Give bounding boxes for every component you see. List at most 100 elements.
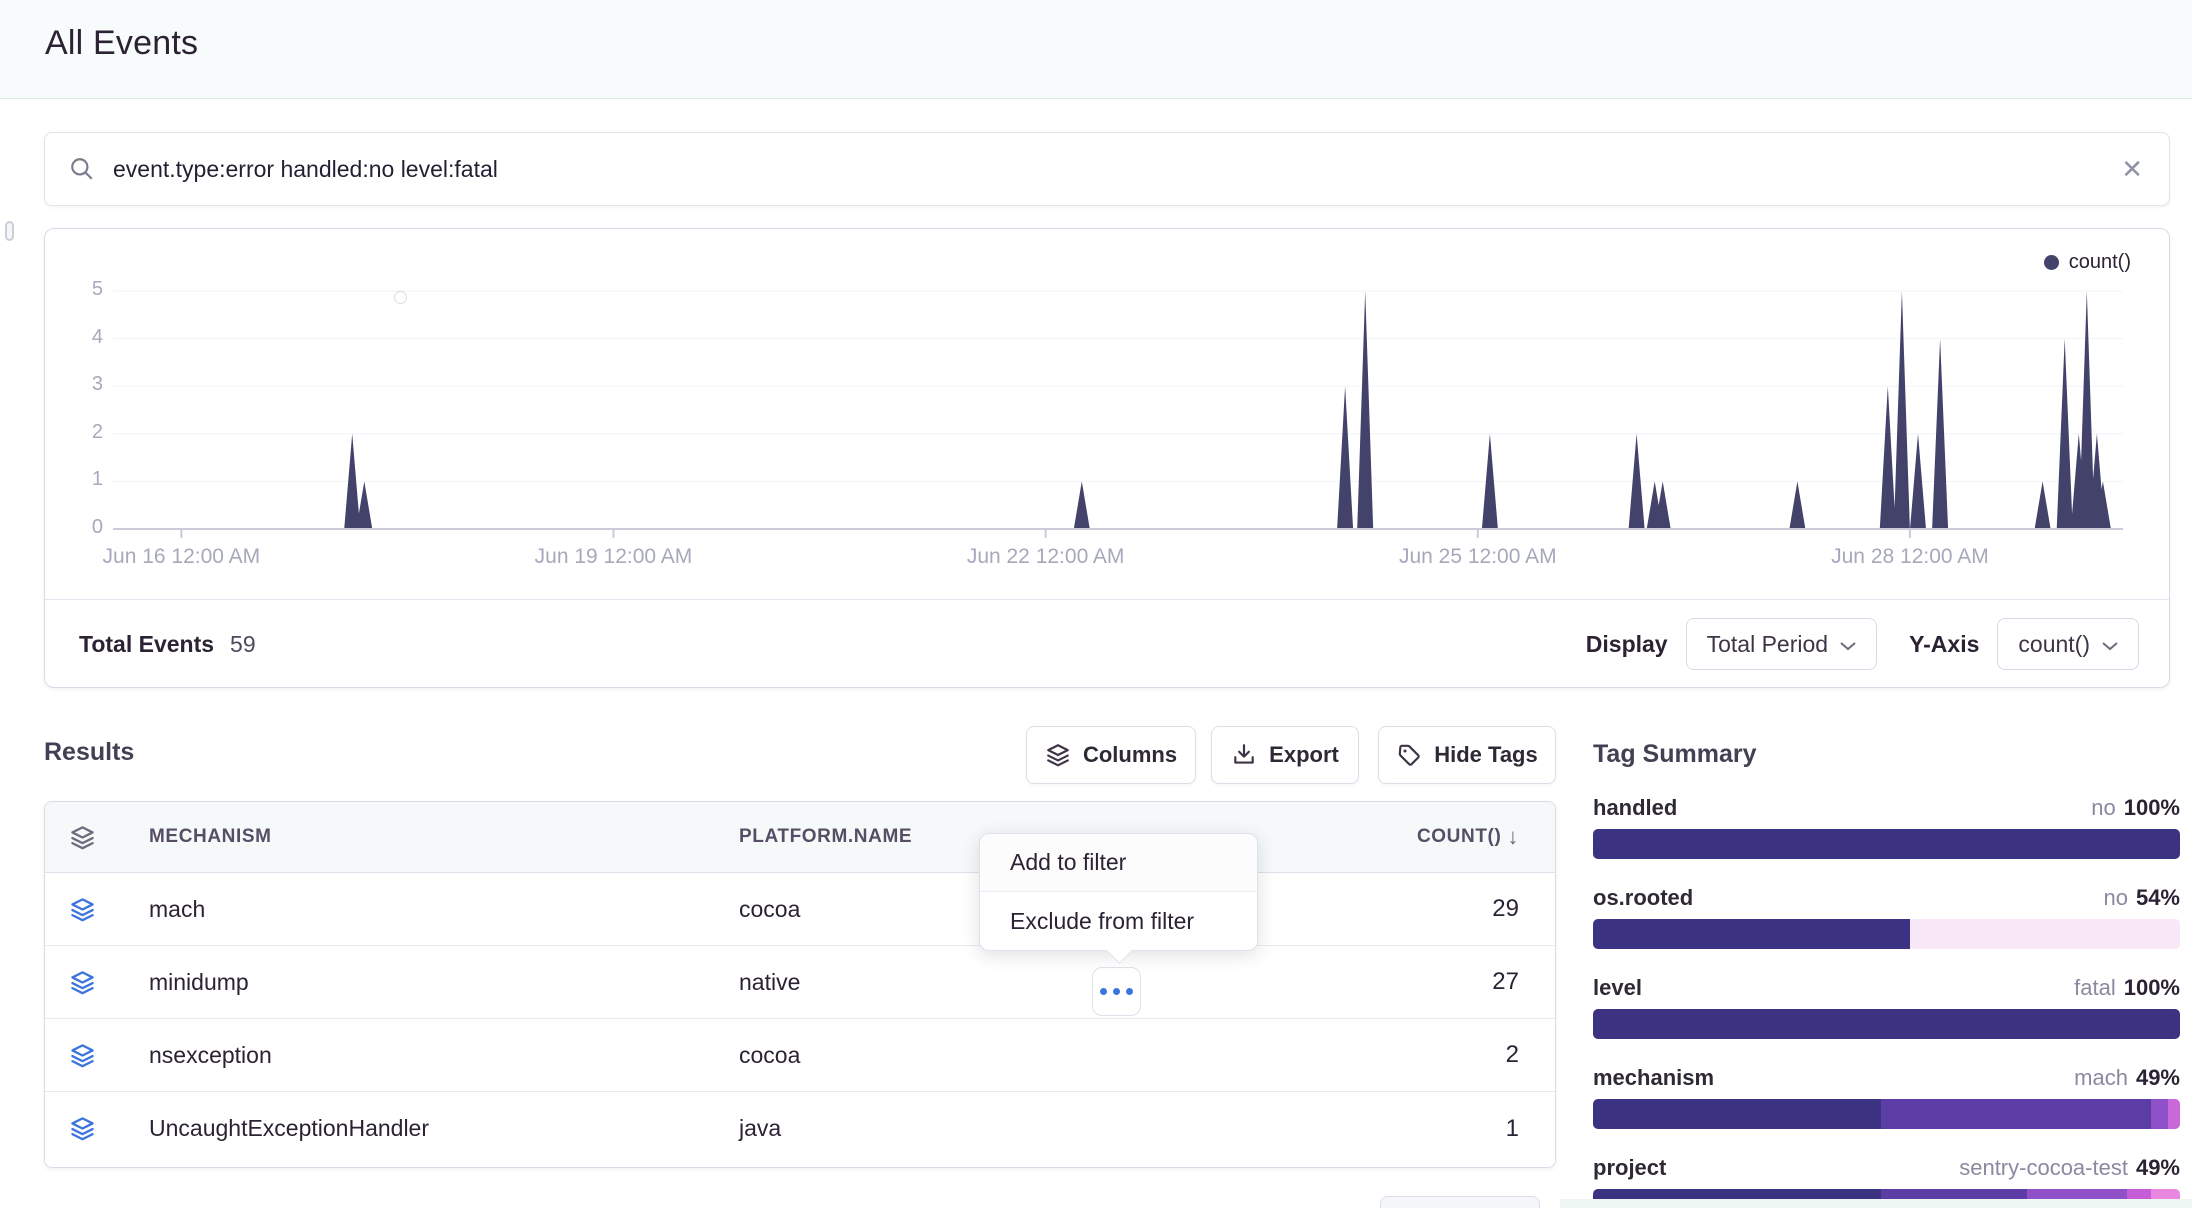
cell-platform-name[interactable]: java <box>739 1115 1325 1142</box>
tag-entry-os.rooted: os.rooted no54% <box>1593 885 2180 949</box>
tag-summary-title: Tag Summary <box>1593 740 2180 769</box>
tag-bar-segment[interactable] <box>1593 829 2180 859</box>
x-tick-label: Jun 16 12:00 AM <box>61 545 301 569</box>
x-tick-label: Jun 25 12:00 AM <box>1358 545 1598 569</box>
display-select[interactable]: Total Period <box>1686 618 1877 670</box>
top-header-bar: All Events <box>0 0 2192 99</box>
chart-legend[interactable]: count() <box>2044 251 2131 274</box>
chevron-down-icon <box>2102 641 2118 651</box>
events-chart[interactable]: 012345 Jun 16 12:00 AMJun 19 12:00 AMJun… <box>45 229 2169 599</box>
column-header-mechanism[interactable]: MECHANISM <box>149 826 739 848</box>
chart-footer: Total Events 59 Display Total Period Y-A… <box>45 599 2169 688</box>
tag-top-value: sentry-cocoa-test49% <box>1959 1155 2180 1181</box>
search-bar[interactable]: event.type:error handled:no level:fatal … <box>44 132 2170 206</box>
tag-top-value: fatal100% <box>2074 975 2180 1001</box>
display-select-value: Total Period <box>1707 631 1828 658</box>
close-icon[interactable]: ✕ <box>2121 156 2143 182</box>
column-header-count[interactable]: COUNT() ↓ <box>1325 824 1555 850</box>
results-title: Results <box>44 738 134 767</box>
y-axis-label: Y-Axis <box>1909 631 1979 658</box>
table-body: machcocoa29minidumpnative27nsexceptionco… <box>45 873 1555 1165</box>
cell-mechanism[interactable]: minidump <box>149 969 739 996</box>
tag-name: os.rooted <box>1593 885 1693 911</box>
layers-icon <box>69 896 149 923</box>
y-tick-label: 5 <box>63 278 103 301</box>
tag-name: level <box>1593 975 1642 1001</box>
export-button-label: Export <box>1269 742 1339 768</box>
download-icon <box>1231 742 1257 768</box>
total-events-label: Total Events <box>79 631 214 658</box>
tag-summary: Tag Summary handledno100% os.rooted no54% l… <box>1593 740 2180 1208</box>
search-input[interactable]: event.type:error handled:no level:fatal <box>113 156 2121 183</box>
cell-mechanism[interactable]: UncaughtExceptionHandler <box>149 1115 739 1142</box>
x-tick-label: Jun 19 12:00 AM <box>493 545 733 569</box>
table-row[interactable]: minidumpnative27 <box>45 946 1555 1019</box>
tag-bar-segment[interactable] <box>2168 1099 2180 1129</box>
y-tick-label: 4 <box>63 326 103 349</box>
tag-name: handled <box>1593 795 1677 821</box>
layers-icon[interactable] <box>69 824 149 851</box>
tag-bar-segment[interactable] <box>1881 1099 2151 1129</box>
chart-controls: Display Total Period Y-Axis count() <box>1586 618 2139 670</box>
tag-top-value: no54% <box>2103 885 2180 911</box>
export-button[interactable]: Export <box>1211 726 1359 784</box>
hide-tags-button-label: Hide Tags <box>1434 742 1538 768</box>
tag-entry-mechanism: mechanism mach49% <box>1593 1065 2180 1129</box>
cell-count[interactable]: 2 <box>1325 1041 1555 1069</box>
tag-icon <box>1396 742 1422 768</box>
layers-icon <box>69 1115 149 1142</box>
menu-item-add-to-filter[interactable]: Add to filter <box>980 834 1257 892</box>
x-tick-label: Jun 22 12:00 AM <box>926 545 1166 569</box>
layers-icon <box>69 969 149 996</box>
tag-bar-segment[interactable] <box>1593 919 1910 949</box>
x-tick-label: Jun 28 12:00 AM <box>1790 545 2030 569</box>
columns-button[interactable]: Columns <box>1026 726 1196 784</box>
total-events: Total Events 59 <box>79 631 256 658</box>
count-area-chart[interactable] <box>113 229 2123 541</box>
tag-name: project <box>1593 1155 1666 1181</box>
tag-bar-segment[interactable] <box>1593 1099 1881 1129</box>
search-icon <box>69 156 95 182</box>
events-chart-panel: 012345 Jun 16 12:00 AMJun 19 12:00 AMJun… <box>44 228 2170 688</box>
hide-tags-button[interactable]: Hide Tags <box>1378 726 1556 784</box>
table-row[interactable]: machcocoa29 <box>45 873 1555 946</box>
tag-top-value: mach49% <box>2074 1065 2180 1091</box>
count-series <box>113 291 2123 529</box>
tag-distribution-bar <box>1593 1099 2180 1129</box>
page-title: All Events <box>45 24 198 63</box>
legend-label: count() <box>2069 251 2131 274</box>
display-label: Display <box>1586 631 1668 658</box>
tag-entry-level: level fatal100% <box>1593 975 2180 1039</box>
tag-entry-handled: handledno100% <box>1593 795 2180 859</box>
tag-distribution-bar <box>1593 829 2180 859</box>
tag-bar-segment[interactable] <box>2151 1099 2169 1129</box>
cell-platform-name[interactable]: cocoa <box>739 1042 1325 1069</box>
panel-drag-handle[interactable] <box>5 221 14 241</box>
cell-count[interactable]: 27 <box>1325 968 1555 996</box>
legend-dot-icon <box>2044 255 2059 270</box>
tag-bar-segment[interactable] <box>1593 1009 2180 1039</box>
cell-actions-button[interactable] <box>1092 967 1141 1016</box>
all-events-page: All Events event.type:error handled:no l… <box>0 0 2192 1208</box>
tag-name: mechanism <box>1593 1065 1714 1091</box>
cell-count[interactable]: 29 <box>1325 895 1555 923</box>
table-row[interactable]: nsexceptioncocoa2 <box>45 1019 1555 1092</box>
cell-platform-name[interactable]: native <box>739 969 1325 996</box>
y-tick-label: 2 <box>63 421 103 444</box>
table-header-row: MECHANISM PLATFORM.NAME COUNT() ↓ <box>45 802 1555 873</box>
cell-mechanism[interactable]: mach <box>149 896 739 923</box>
y-tick-label: 0 <box>63 516 103 539</box>
cell-count[interactable]: 1 <box>1325 1115 1555 1143</box>
tag-distribution-bar <box>1593 1009 2180 1039</box>
y-axis-select-value: count() <box>2018 631 2090 658</box>
tag-bar-segment[interactable] <box>1910 919 2180 949</box>
y-axis-select[interactable]: count() <box>1997 618 2139 670</box>
cell-mechanism[interactable]: nsexception <box>149 1042 739 1069</box>
table-row[interactable]: UncaughtExceptionHandlerjava1 <box>45 1092 1555 1165</box>
ellipsis-icon <box>1100 988 1107 995</box>
cell-actions-menu: Add to filterExclude from filter <box>979 833 1258 951</box>
y-tick-label: 3 <box>63 373 103 396</box>
layers-icon <box>69 1042 149 1069</box>
chart-marker-dot <box>394 291 407 304</box>
pagination-button[interactable] <box>1380 1196 1540 1208</box>
